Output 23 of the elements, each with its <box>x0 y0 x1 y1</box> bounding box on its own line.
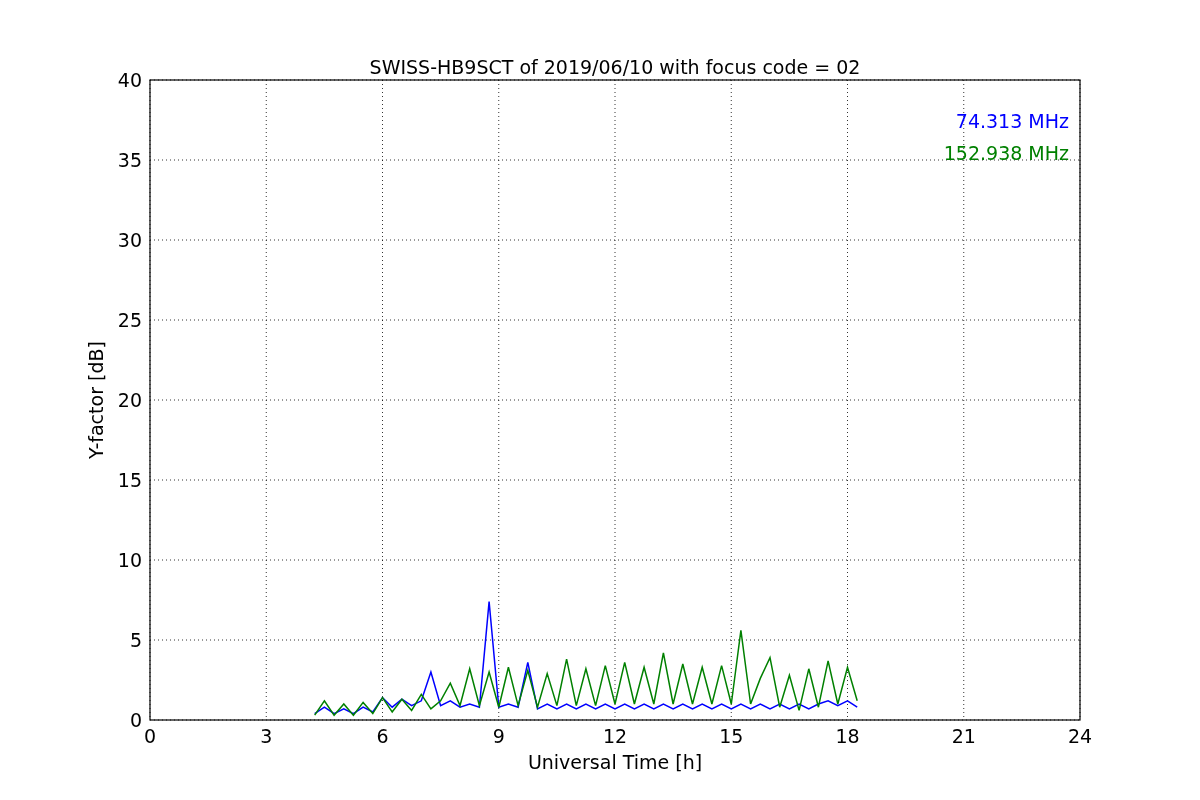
x-tick-label: 18 <box>835 725 860 747</box>
y-tick-label: 15 <box>117 469 142 491</box>
y-tick-label: 20 <box>117 389 142 411</box>
legend-label: 74.313 MHz <box>955 110 1069 132</box>
x-tick-label: 0 <box>143 725 157 747</box>
x-tick-label: 9 <box>492 725 505 747</box>
y-tick-label: 0 <box>129 709 142 731</box>
y-tick-label: 35 <box>117 149 142 171</box>
x-tick-label: 21 <box>951 725 976 747</box>
y-tick-label: 30 <box>117 229 142 251</box>
x-tick-label: 12 <box>602 725 628 747</box>
x-tick-label: 24 <box>1067 725 1093 747</box>
chart-title: SWISS-HB9SCT of 2019/06/10 with focus code = 02 <box>369 56 861 78</box>
y-tick-label: 10 <box>117 549 142 571</box>
x-axis-title: Universal Time [h] <box>527 751 703 773</box>
y-axis-title: Y-factor [dB] <box>85 341 107 459</box>
x-tick-label: 6 <box>376 725 389 747</box>
x-tick-label: 15 <box>719 725 744 747</box>
y-tick-label: 40 <box>117 69 142 91</box>
legend-label: 152.938 MHz <box>943 142 1069 164</box>
x-tick-label: 3 <box>260 725 273 747</box>
y-tick-label: 25 <box>117 309 142 331</box>
y-tick-label: 5 <box>129 629 142 651</box>
